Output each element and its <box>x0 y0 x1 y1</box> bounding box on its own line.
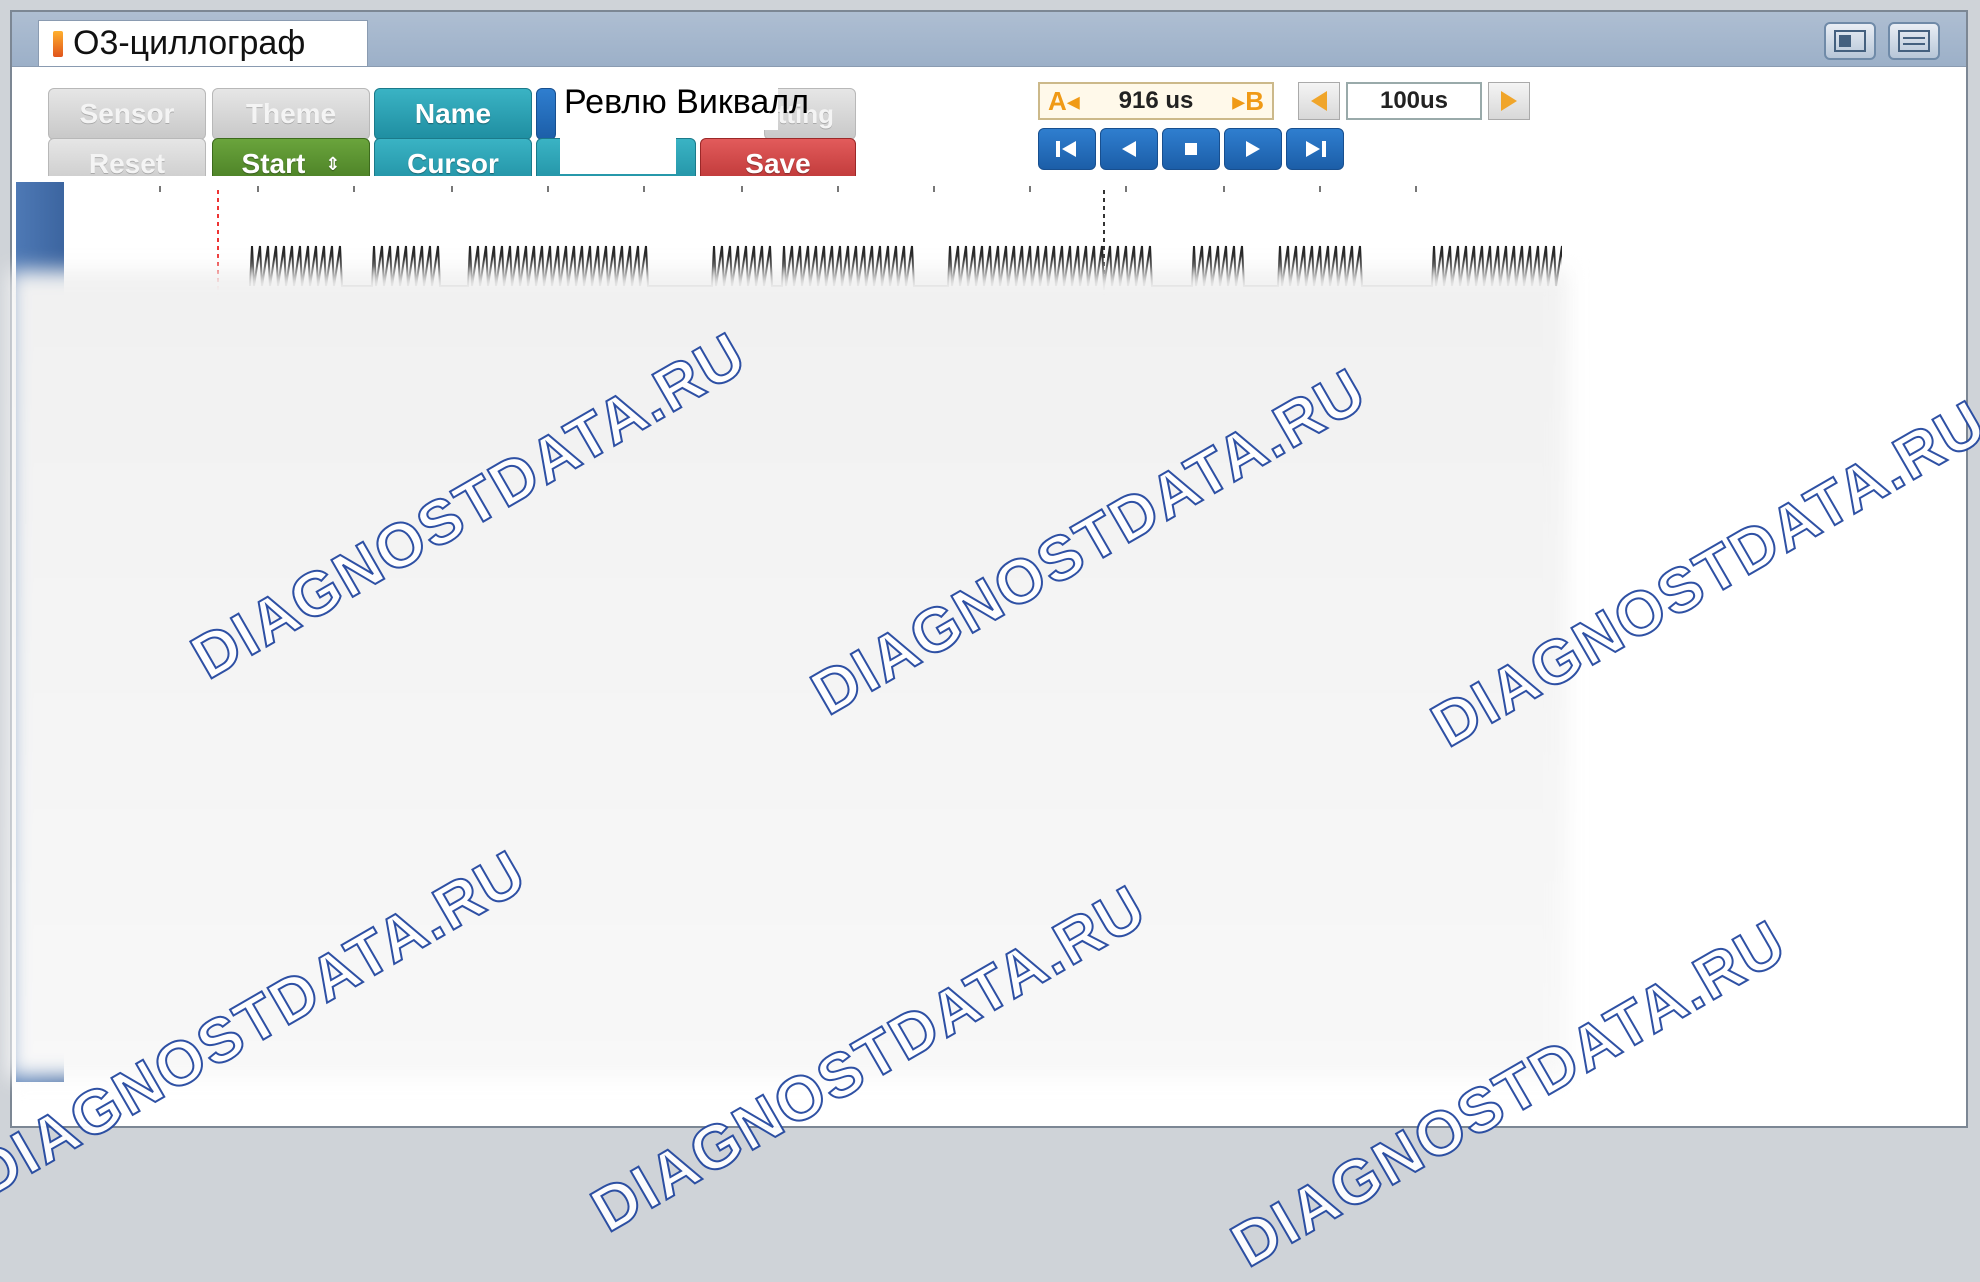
stop-button[interactable] <box>1162 128 1220 170</box>
cursor-delta-value: 916 us <box>1118 87 1194 114</box>
play-icon <box>1246 141 1260 157</box>
window-menu-button[interactable] <box>1888 22 1940 60</box>
timebase-decrease-button[interactable] <box>1298 82 1340 120</box>
stepper-icon: ⇕ <box>325 153 341 174</box>
step-back-button[interactable] <box>1100 128 1158 170</box>
skip-end-icon <box>1306 141 1326 157</box>
cursor-b-label[interactable]: ▸B <box>1232 86 1264 117</box>
play-back-icon <box>1122 141 1136 157</box>
tooltip-blank-area <box>560 130 676 174</box>
window-title: O3-циллограф <box>73 24 306 62</box>
grid-ticks <box>159 186 1417 192</box>
title-tab[interactable]: O3-циллограф <box>38 20 368 66</box>
right-arrow-icon <box>1501 91 1517 111</box>
skip-to-start-button[interactable] <box>1038 128 1096 170</box>
stop-icon <box>1185 143 1197 155</box>
layout-icon <box>1834 30 1866 52</box>
name-button[interactable]: Name <box>374 88 532 140</box>
timebase-increase-button[interactable] <box>1488 82 1530 120</box>
sensor-button[interactable]: Sensor <box>48 88 206 140</box>
skip-start-icon <box>1056 141 1076 157</box>
app-icon <box>53 30 63 57</box>
tooltip-anchor-top[interactable] <box>536 88 556 140</box>
theme-button[interactable]: Theme <box>212 88 370 140</box>
skip-to-end-button[interactable] <box>1286 128 1344 170</box>
play-button[interactable] <box>1224 128 1282 170</box>
window-layout-button[interactable] <box>1824 22 1876 60</box>
menu-icon <box>1898 30 1930 52</box>
left-arrow-icon <box>1311 91 1327 111</box>
cursor-measure-panel: A◂ 916 us ▸B <box>1038 82 1274 120</box>
title-bar: O3-циллограф <box>12 12 1966 67</box>
timebase-value: 100us <box>1346 82 1482 120</box>
cursor-a-label[interactable]: A◂ <box>1048 86 1080 117</box>
name-tooltip: Ревлю Виквалл <box>560 74 809 130</box>
